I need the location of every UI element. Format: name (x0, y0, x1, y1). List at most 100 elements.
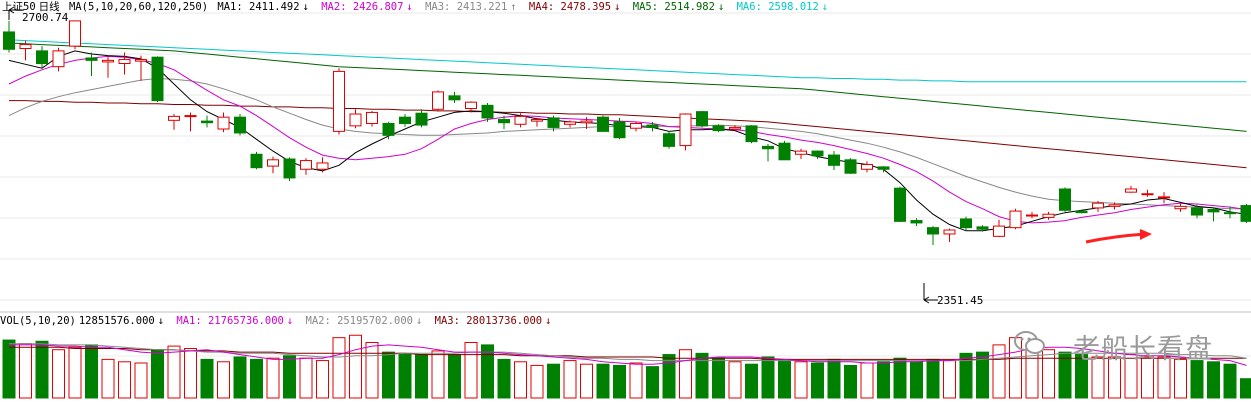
candle-body (1224, 212, 1236, 215)
candle-body (960, 218, 972, 229)
candle-body (514, 115, 527, 125)
candle-body (646, 124, 659, 128)
volume-bar (19, 343, 32, 399)
candle (283, 157, 296, 182)
volume-bar (827, 358, 841, 399)
volume-bar (316, 360, 329, 399)
candle (927, 226, 939, 246)
volume-bar (118, 361, 131, 399)
candle (432, 90, 444, 112)
volume-bar (1207, 361, 1220, 399)
candle (1059, 187, 1071, 212)
volume-bar (728, 361, 742, 399)
volume-bar (1058, 351, 1072, 399)
volume-bar (217, 361, 230, 399)
candle (1240, 203, 1251, 223)
candle-body (135, 59, 147, 62)
volume-bar (926, 358, 940, 399)
volume-bar (877, 361, 890, 399)
volume-bar (893, 357, 907, 399)
candle (1026, 211, 1038, 219)
candle-body (481, 104, 494, 119)
candle (69, 20, 81, 50)
candle (448, 91, 461, 103)
volume-bar (761, 356, 775, 399)
candle (217, 112, 230, 133)
candle-body (828, 154, 840, 166)
candle (250, 151, 263, 170)
candle-body (1125, 188, 1137, 193)
vol-value: 12851576.000 ↓ (78, 315, 165, 327)
vol-ma2-item: MA2: 25195702.000 ↓ (305, 315, 423, 327)
candle-body (168, 115, 180, 121)
volume-bar (596, 363, 610, 399)
candle-body (217, 116, 230, 130)
candle (778, 140, 791, 161)
volume-bar (299, 357, 313, 399)
candle (597, 115, 609, 132)
volume-bar (85, 344, 98, 399)
candle-body (1059, 188, 1071, 211)
volume-bar (563, 360, 577, 399)
candle (1158, 192, 1170, 204)
candle (696, 110, 708, 128)
candle-body (1240, 205, 1251, 222)
candle (1174, 203, 1187, 212)
candle (795, 148, 807, 159)
candle (943, 228, 956, 242)
volume-bar (679, 349, 692, 399)
candle-body (349, 113, 362, 127)
candle-body (762, 145, 774, 150)
candle (762, 144, 774, 162)
candle (960, 216, 972, 231)
candle-body (927, 227, 939, 235)
vol-ma3-item: MA3: 28013736.000 ↓ (434, 315, 552, 327)
volume-bar (580, 363, 593, 399)
candle-body (316, 162, 329, 170)
ma4-item: MA4: 2478.395 ↓ (528, 1, 621, 13)
candle-body (283, 158, 296, 179)
volume-bar (497, 358, 511, 399)
candle (382, 121, 395, 140)
candle-body (69, 20, 81, 47)
candle (1009, 208, 1022, 230)
candle-body (894, 187, 906, 222)
volume-bar (431, 350, 445, 399)
candle (102, 56, 114, 78)
volume-bar (910, 361, 923, 399)
candle-body (498, 119, 510, 124)
candle (184, 112, 197, 132)
volume-bar (811, 362, 824, 399)
volume-header: VOL(5,10,20) 12851576.000 ↓ MA1: 21765736.… (0, 315, 557, 327)
candle-body (52, 50, 65, 68)
candle-body (696, 111, 708, 127)
candle-body (1191, 207, 1203, 216)
candle (993, 219, 1005, 238)
candle (745, 125, 758, 144)
volume-bar (101, 358, 115, 399)
volume-bar (151, 349, 164, 399)
candle (52, 47, 65, 72)
candle-body (597, 116, 609, 132)
candle (663, 131, 675, 149)
kline-chart[interactable]: 2700.74 2351.45 (0, 0, 1251, 402)
vol-ma1-item: MA1: 21765736.000 ↓ (176, 315, 294, 327)
candle (234, 114, 246, 136)
volume-bar (745, 363, 758, 399)
candle-body (580, 120, 593, 124)
candle (877, 166, 890, 173)
candle-body (1174, 205, 1187, 210)
candle-body (201, 120, 213, 124)
volume-bar (68, 346, 82, 399)
candle (844, 158, 857, 174)
candle-body (1141, 193, 1154, 196)
candle-body (234, 116, 246, 134)
volume-bar (613, 364, 626, 399)
candle (85, 52, 98, 77)
candle (1075, 210, 1088, 214)
volume-bar (448, 354, 461, 399)
candle-body (910, 220, 923, 224)
candle-body (250, 153, 263, 169)
candle-body (547, 117, 560, 128)
wechat-icon (1014, 331, 1045, 354)
